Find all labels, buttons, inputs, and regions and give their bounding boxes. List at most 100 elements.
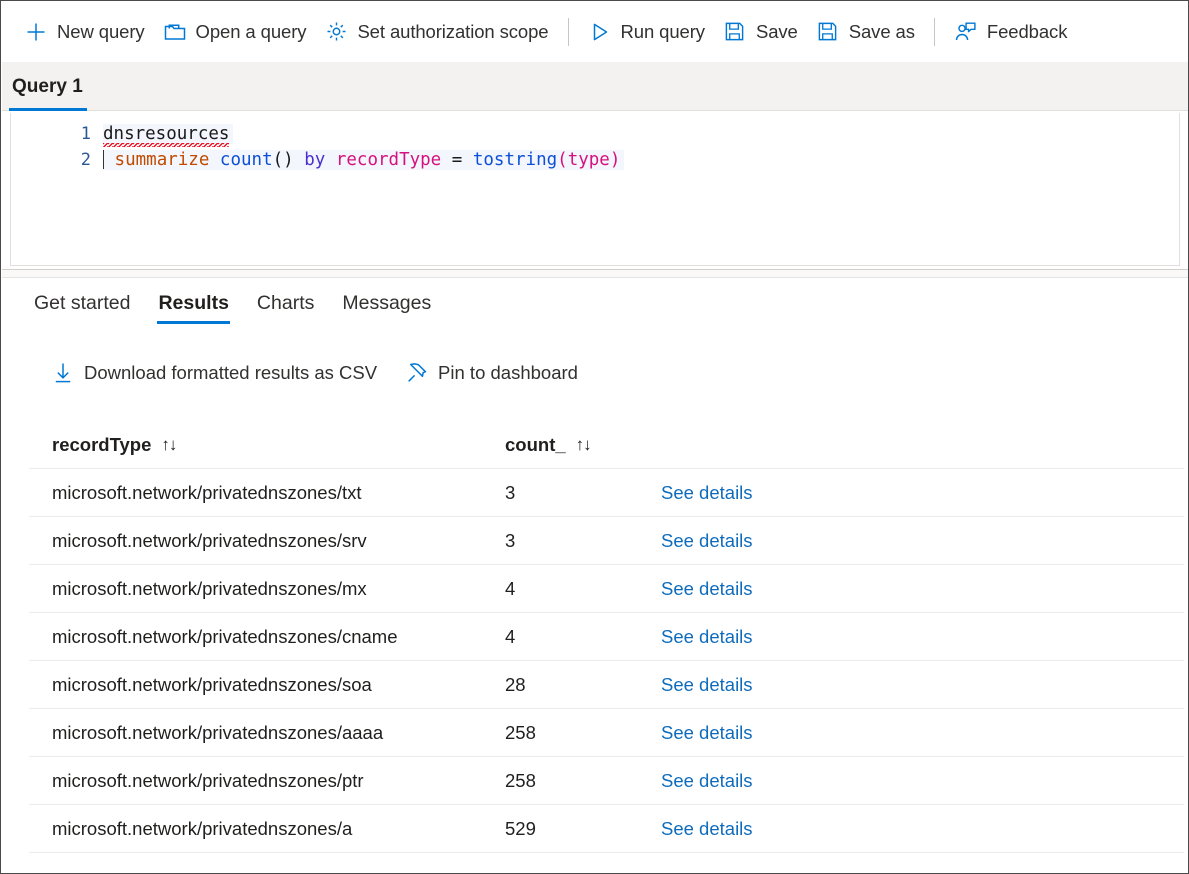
download-csv-label: Download formatted results as CSV (84, 362, 377, 384)
cell-count: 3 (505, 530, 661, 552)
resource-graph-explorer-page: New query Open a query Set authori (0, 0, 1189, 874)
cell-count: 28 (505, 674, 661, 696)
cell-count: 258 (505, 770, 661, 792)
table-row: microsoft.network/privatednszones/aaaa25… (29, 709, 1184, 757)
table-body: microsoft.network/privatednszones/txt3Se… (29, 469, 1184, 853)
toolbar-divider-2 (934, 18, 935, 46)
feedback-button[interactable]: Feedback (945, 12, 1076, 52)
download-csv-button[interactable]: Download formatted results as CSV (51, 361, 377, 385)
tab-results[interactable]: Results (144, 282, 242, 332)
run-query-button[interactable]: Run query (579, 12, 714, 52)
sort-icon-recordtype[interactable]: ↑↓ (161, 435, 176, 455)
tab-results-active-indicator (157, 321, 229, 324)
cell-recordtype: microsoft.network/privatednszones/a (29, 818, 505, 840)
table-name-token: dnsresources (103, 124, 229, 147)
folder-open-icon (163, 20, 187, 44)
command-bar: New query Open a query Set authori (1, 1, 1188, 62)
summarize-token: summarize (115, 150, 210, 170)
cell-count: 4 (505, 578, 661, 600)
count-parens-token: () (273, 150, 294, 170)
query-tab-strip: Query 1 (2, 62, 1188, 111)
open-query-button[interactable]: Open a query (154, 12, 316, 52)
see-details-link[interactable]: See details (661, 530, 753, 552)
editor-line-1-code[interactable]: dnsresources (103, 124, 233, 144)
open-query-label: Open a query (196, 21, 307, 43)
close-paren-token: ) (610, 150, 621, 170)
line-number-2: 2 (11, 150, 103, 170)
see-details-link[interactable]: See details (661, 674, 753, 696)
tab-charts-label: Charts (257, 292, 314, 314)
save-icon (723, 20, 747, 44)
table-row: microsoft.network/privatednszones/txt3Se… (29, 469, 1184, 517)
cell-recordtype: microsoft.network/privatednszones/aaaa (29, 722, 505, 744)
cell-count: 3 (505, 482, 661, 504)
column-header-count[interactable]: count_ ↑↓ (505, 434, 661, 456)
save-as-icon (816, 20, 840, 44)
editor-results-splitter[interactable] (2, 269, 1188, 278)
cell-recordtype: microsoft.network/privatednszones/ptr (29, 770, 505, 792)
cell-recordtype: microsoft.network/privatednszones/mx (29, 578, 505, 600)
see-details-link[interactable]: See details (661, 578, 753, 600)
cell-count: 529 (505, 818, 661, 840)
table-row: microsoft.network/privatednszones/a529Se… (29, 805, 1184, 853)
pin-to-dashboard-button[interactable]: Pin to dashboard (405, 361, 578, 385)
save-as-button[interactable]: Save as (807, 12, 924, 52)
feedback-label: Feedback (987, 21, 1067, 43)
save-as-label: Save as (849, 21, 915, 43)
editor-line-2-code[interactable]: summarize count() by recordType = tostri… (103, 150, 624, 170)
results-action-bar: Download formatted results as CSV Pin to… (51, 361, 606, 385)
query-tab-1-active-indicator (9, 108, 87, 111)
tab-messages-label: Messages (342, 292, 431, 314)
line-number-1: 1 (11, 124, 103, 144)
sort-icon-count[interactable]: ↑↓ (576, 435, 591, 455)
see-details-link[interactable]: See details (661, 770, 753, 792)
tab-messages[interactable]: Messages (328, 282, 445, 332)
table-row: microsoft.network/privatednszones/mx4See… (29, 565, 1184, 613)
new-query-button[interactable]: New query (15, 12, 154, 52)
table-row: microsoft.network/privatednszones/ptr258… (29, 757, 1184, 805)
cell-recordtype: microsoft.network/privatednszones/cname (29, 626, 505, 648)
set-authorization-scope-button[interactable]: Set authorization scope (315, 12, 557, 52)
cell-recordtype: microsoft.network/privatednszones/txt (29, 482, 505, 504)
table-row: microsoft.network/privatednszones/cname4… (29, 613, 1184, 661)
tab-get-started-label: Get started (34, 292, 130, 314)
person-feedback-icon (954, 20, 978, 44)
results-table: recordType ↑↓ count_ ↑↓ microsoft.networ… (29, 421, 1184, 853)
count-function-token: count (220, 150, 273, 170)
cell-recordtype: microsoft.network/privatednszones/soa (29, 674, 505, 696)
tab-results-label: Results (158, 292, 228, 314)
query-tab-1[interactable]: Query 1 (2, 62, 101, 111)
type-token: type (568, 150, 610, 170)
see-details-link[interactable]: See details (661, 626, 753, 648)
cell-recordtype: microsoft.network/privatednszones/srv (29, 530, 505, 552)
column-header-recordtype-label: recordType (52, 434, 151, 456)
plus-icon (24, 20, 48, 44)
save-button[interactable]: Save (714, 12, 807, 52)
table-header-row: recordType ↑↓ count_ ↑↓ (29, 421, 1184, 469)
tostring-function-token: tostring (473, 150, 557, 170)
editor-line-2: 2 summarize count() by recordType = tost… (11, 147, 1179, 173)
cell-count: 258 (505, 722, 661, 744)
column-header-recordtype[interactable]: recordType ↑↓ (29, 434, 505, 456)
tab-get-started[interactable]: Get started (20, 282, 144, 332)
see-details-link[interactable]: See details (661, 482, 753, 504)
column-header-count-label: count_ (505, 434, 566, 456)
see-details-link[interactable]: See details (661, 722, 753, 744)
editor-line-1: 1 dnsresources (11, 121, 1179, 147)
play-icon (588, 20, 612, 44)
kql-query-editor[interactable]: 1 dnsresources 2 summarize count() by re… (10, 113, 1180, 266)
table-row: microsoft.network/privatednszones/soa28S… (29, 661, 1184, 709)
see-details-link[interactable]: See details (661, 818, 753, 840)
gear-icon (324, 20, 348, 44)
set-authorization-scope-label: Set authorization scope (357, 21, 548, 43)
record-type-token: recordType (336, 150, 441, 170)
by-operator-token: by (304, 150, 325, 170)
tab-charts[interactable]: Charts (243, 282, 328, 332)
results-tab-strip: Get started Results Charts Messages (2, 282, 1188, 333)
query-tab-1-label: Query 1 (12, 76, 83, 98)
toolbar-divider-1 (568, 18, 569, 46)
open-paren-token: ( (557, 150, 568, 170)
pin-icon (405, 361, 429, 385)
equals-token: = (452, 150, 463, 170)
cell-count: 4 (505, 626, 661, 648)
